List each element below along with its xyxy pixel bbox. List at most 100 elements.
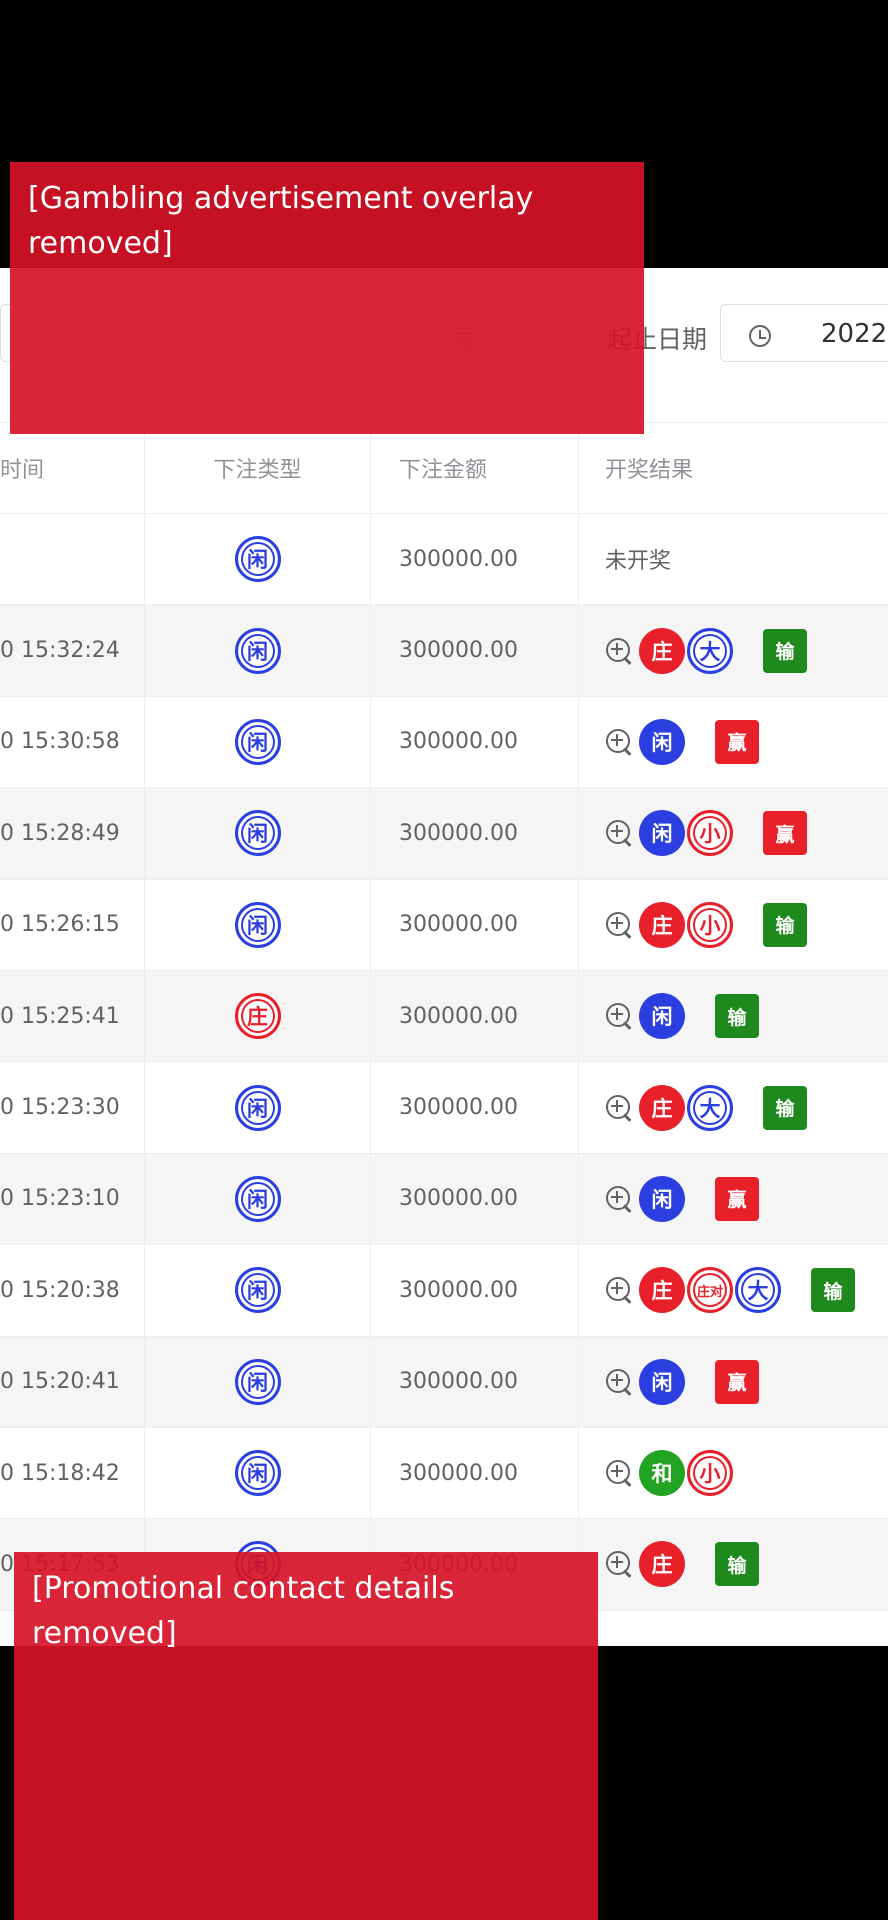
result-cell — [578, 1610, 888, 1646]
result-chip: 闲 — [639, 1358, 685, 1405]
result-chip: 闲 — [639, 810, 685, 857]
bet-amount: 300000.00 — [370, 1427, 578, 1519]
bet-type-cell: 闲 — [144, 696, 370, 788]
lose-tag: 输 — [763, 628, 807, 673]
bet-amount: 300000.00 — [370, 970, 578, 1062]
zoom-in-icon[interactable] — [605, 1459, 633, 1487]
bet-type-chip: 闲 — [234, 1450, 281, 1497]
zoom-in-icon[interactable] — [605, 728, 633, 756]
lose-tag: 输 — [715, 1542, 759, 1587]
win-tag: 赢 — [715, 1176, 759, 1221]
clock-icon — [749, 325, 771, 347]
result-cell: 闲赢 — [578, 1153, 888, 1245]
win-tag: 赢 — [715, 1359, 759, 1404]
bet-type-cell: 闲 — [144, 1062, 370, 1153]
bet-record-app: 号 起止日期 2022- 时间 下注类型 下注金额 开奖结果 闲300000.0… — [0, 268, 888, 1646]
result-chips: 闲小赢 — [605, 810, 807, 857]
result-cell: 闲赢 — [578, 696, 888, 788]
result-chip: 和 — [639, 1450, 685, 1497]
bet-type-cell: 闲 — [144, 879, 370, 970]
bet-time: 0 15:26:15 — [0, 912, 120, 938]
result-chip: 庄 — [639, 901, 685, 948]
header-time: 时间 — [0, 458, 45, 483]
zoom-in-icon[interactable] — [605, 1368, 633, 1396]
result-cell: 未开奖 — [578, 514, 888, 605]
zoom-in-icon[interactable] — [605, 1276, 633, 1304]
bet-type-chip: 闲 — [234, 627, 281, 674]
result-cell: 庄大输 — [578, 1062, 888, 1153]
bet-type-cell: 闲 — [144, 788, 370, 879]
bet-type-cell: 闲 — [144, 514, 370, 605]
zoom-in-icon[interactable] — [605, 1094, 633, 1122]
lose-tag: 输 — [763, 1085, 807, 1130]
bet-time: 0 15:30:58 — [0, 729, 120, 755]
bet-type-cell: 闲 — [144, 1336, 370, 1427]
result-chip: 庄 — [639, 627, 685, 674]
result-cell: 庄庄对大输 — [578, 1245, 888, 1336]
bet-time: 0 15:20:41 — [0, 1369, 120, 1395]
result-chip: 闲 — [639, 993, 685, 1040]
lose-tag: 输 — [811, 1268, 855, 1313]
table-row: 0 15:26:15 闲 300000.00 庄小输 — [0, 879, 888, 971]
bet-type-cell: 闲 — [144, 1245, 370, 1336]
bet-type-chip: 闲 — [234, 536, 281, 583]
result-chip: 庄 — [639, 1084, 685, 1131]
table-header: 时间 下注类型 下注金额 开奖结果 — [0, 422, 888, 514]
result-cell: 庄输 — [578, 1519, 888, 1610]
bet-time: 0 15:23:10 — [0, 1186, 120, 1212]
notice-bottom: [Promotional contact details removed] — [14, 1552, 598, 1920]
result-chip: 小 — [687, 810, 733, 857]
zoom-in-icon[interactable] — [605, 819, 633, 847]
win-tag: 赢 — [763, 811, 807, 856]
header-bet-type: 下注类型 — [144, 423, 370, 513]
result-chips: 闲输 — [605, 993, 759, 1040]
bet-type-cell: 闲 — [144, 1427, 370, 1519]
result-chip: 大 — [687, 1084, 733, 1131]
bet-time: 0 15:23:30 — [0, 1095, 120, 1121]
zoom-in-icon[interactable] — [605, 1550, 633, 1578]
notice-top: [Gambling advertisement overlay removed] — [10, 162, 644, 434]
bet-amount: 300000.00 — [370, 788, 578, 879]
table-row: 0 15:25:41 庄 300000.00 闲输 — [0, 970, 888, 1063]
result-chips: 庄大输 — [605, 1084, 807, 1131]
zoom-in-icon[interactable] — [605, 1185, 633, 1213]
zoom-in-icon[interactable] — [605, 1002, 633, 1030]
result-chip: 闲 — [639, 1175, 685, 1222]
table-row: 0 15:23:30 闲 300000.00 庄大输 — [0, 1062, 888, 1154]
bet-time: 0 15:18:42 — [0, 1460, 120, 1486]
table-row: 0 15:28:49 闲 300000.00 闲小赢 — [0, 788, 888, 880]
result-cell: 闲小赢 — [578, 788, 888, 879]
result-chips: 闲赢 — [605, 718, 759, 765]
result-cell: 闲赢 — [578, 1336, 888, 1427]
result-chips: 庄大输 — [605, 627, 807, 674]
bet-type-chip: 闲 — [234, 718, 281, 765]
table-row: 0 15:20:38 闲 300000.00 庄庄对大输 — [0, 1245, 888, 1337]
result-cell: 和小 — [578, 1427, 888, 1519]
lose-tag: 输 — [763, 902, 807, 947]
bet-type-chip: 闲 — [234, 1084, 281, 1131]
result-chip: 庄 — [639, 1541, 685, 1588]
date-range-picker[interactable]: 2022- — [720, 304, 888, 362]
zoom-in-icon[interactable] — [605, 911, 633, 939]
zoom-in-icon[interactable] — [605, 637, 633, 665]
bet-type-cell: 闲 — [144, 1153, 370, 1245]
result-chip: 大 — [687, 627, 733, 674]
win-tag: 赢 — [715, 719, 759, 764]
result-chip: 庄对 — [687, 1267, 733, 1314]
result-chip: 小 — [687, 1450, 733, 1497]
bet-type-cell: 庄 — [144, 970, 370, 1062]
result-pending-text: 未开奖 — [605, 549, 672, 575]
bet-type-chip: 闲 — [234, 1175, 281, 1222]
result-chip: 小 — [687, 901, 733, 948]
table-row: 0 15:20:41 闲 300000.00 闲赢 — [0, 1336, 888, 1428]
table-body: 闲 300000.00 未开奖 0 15:32:24 闲 300000.00 庄大输 0 15… — [0, 514, 888, 1646]
bet-record-table: 时间 下注类型 下注金额 开奖结果 闲 300000.00 未开奖 0 15:32:2… — [0, 422, 888, 1646]
result-cell: 庄小输 — [578, 879, 888, 970]
bet-time: 0 15:28:49 — [0, 820, 120, 846]
result-chip: 闲 — [639, 718, 685, 765]
bet-amount: 300000.00 — [370, 696, 578, 788]
bet-amount: 300000.00 — [370, 514, 578, 605]
table-row: 0 15:23:10 闲 300000.00 闲赢 — [0, 1153, 888, 1246]
bet-type-chip: 闲 — [234, 810, 281, 857]
bet-amount: 300000.00 — [370, 1245, 578, 1336]
